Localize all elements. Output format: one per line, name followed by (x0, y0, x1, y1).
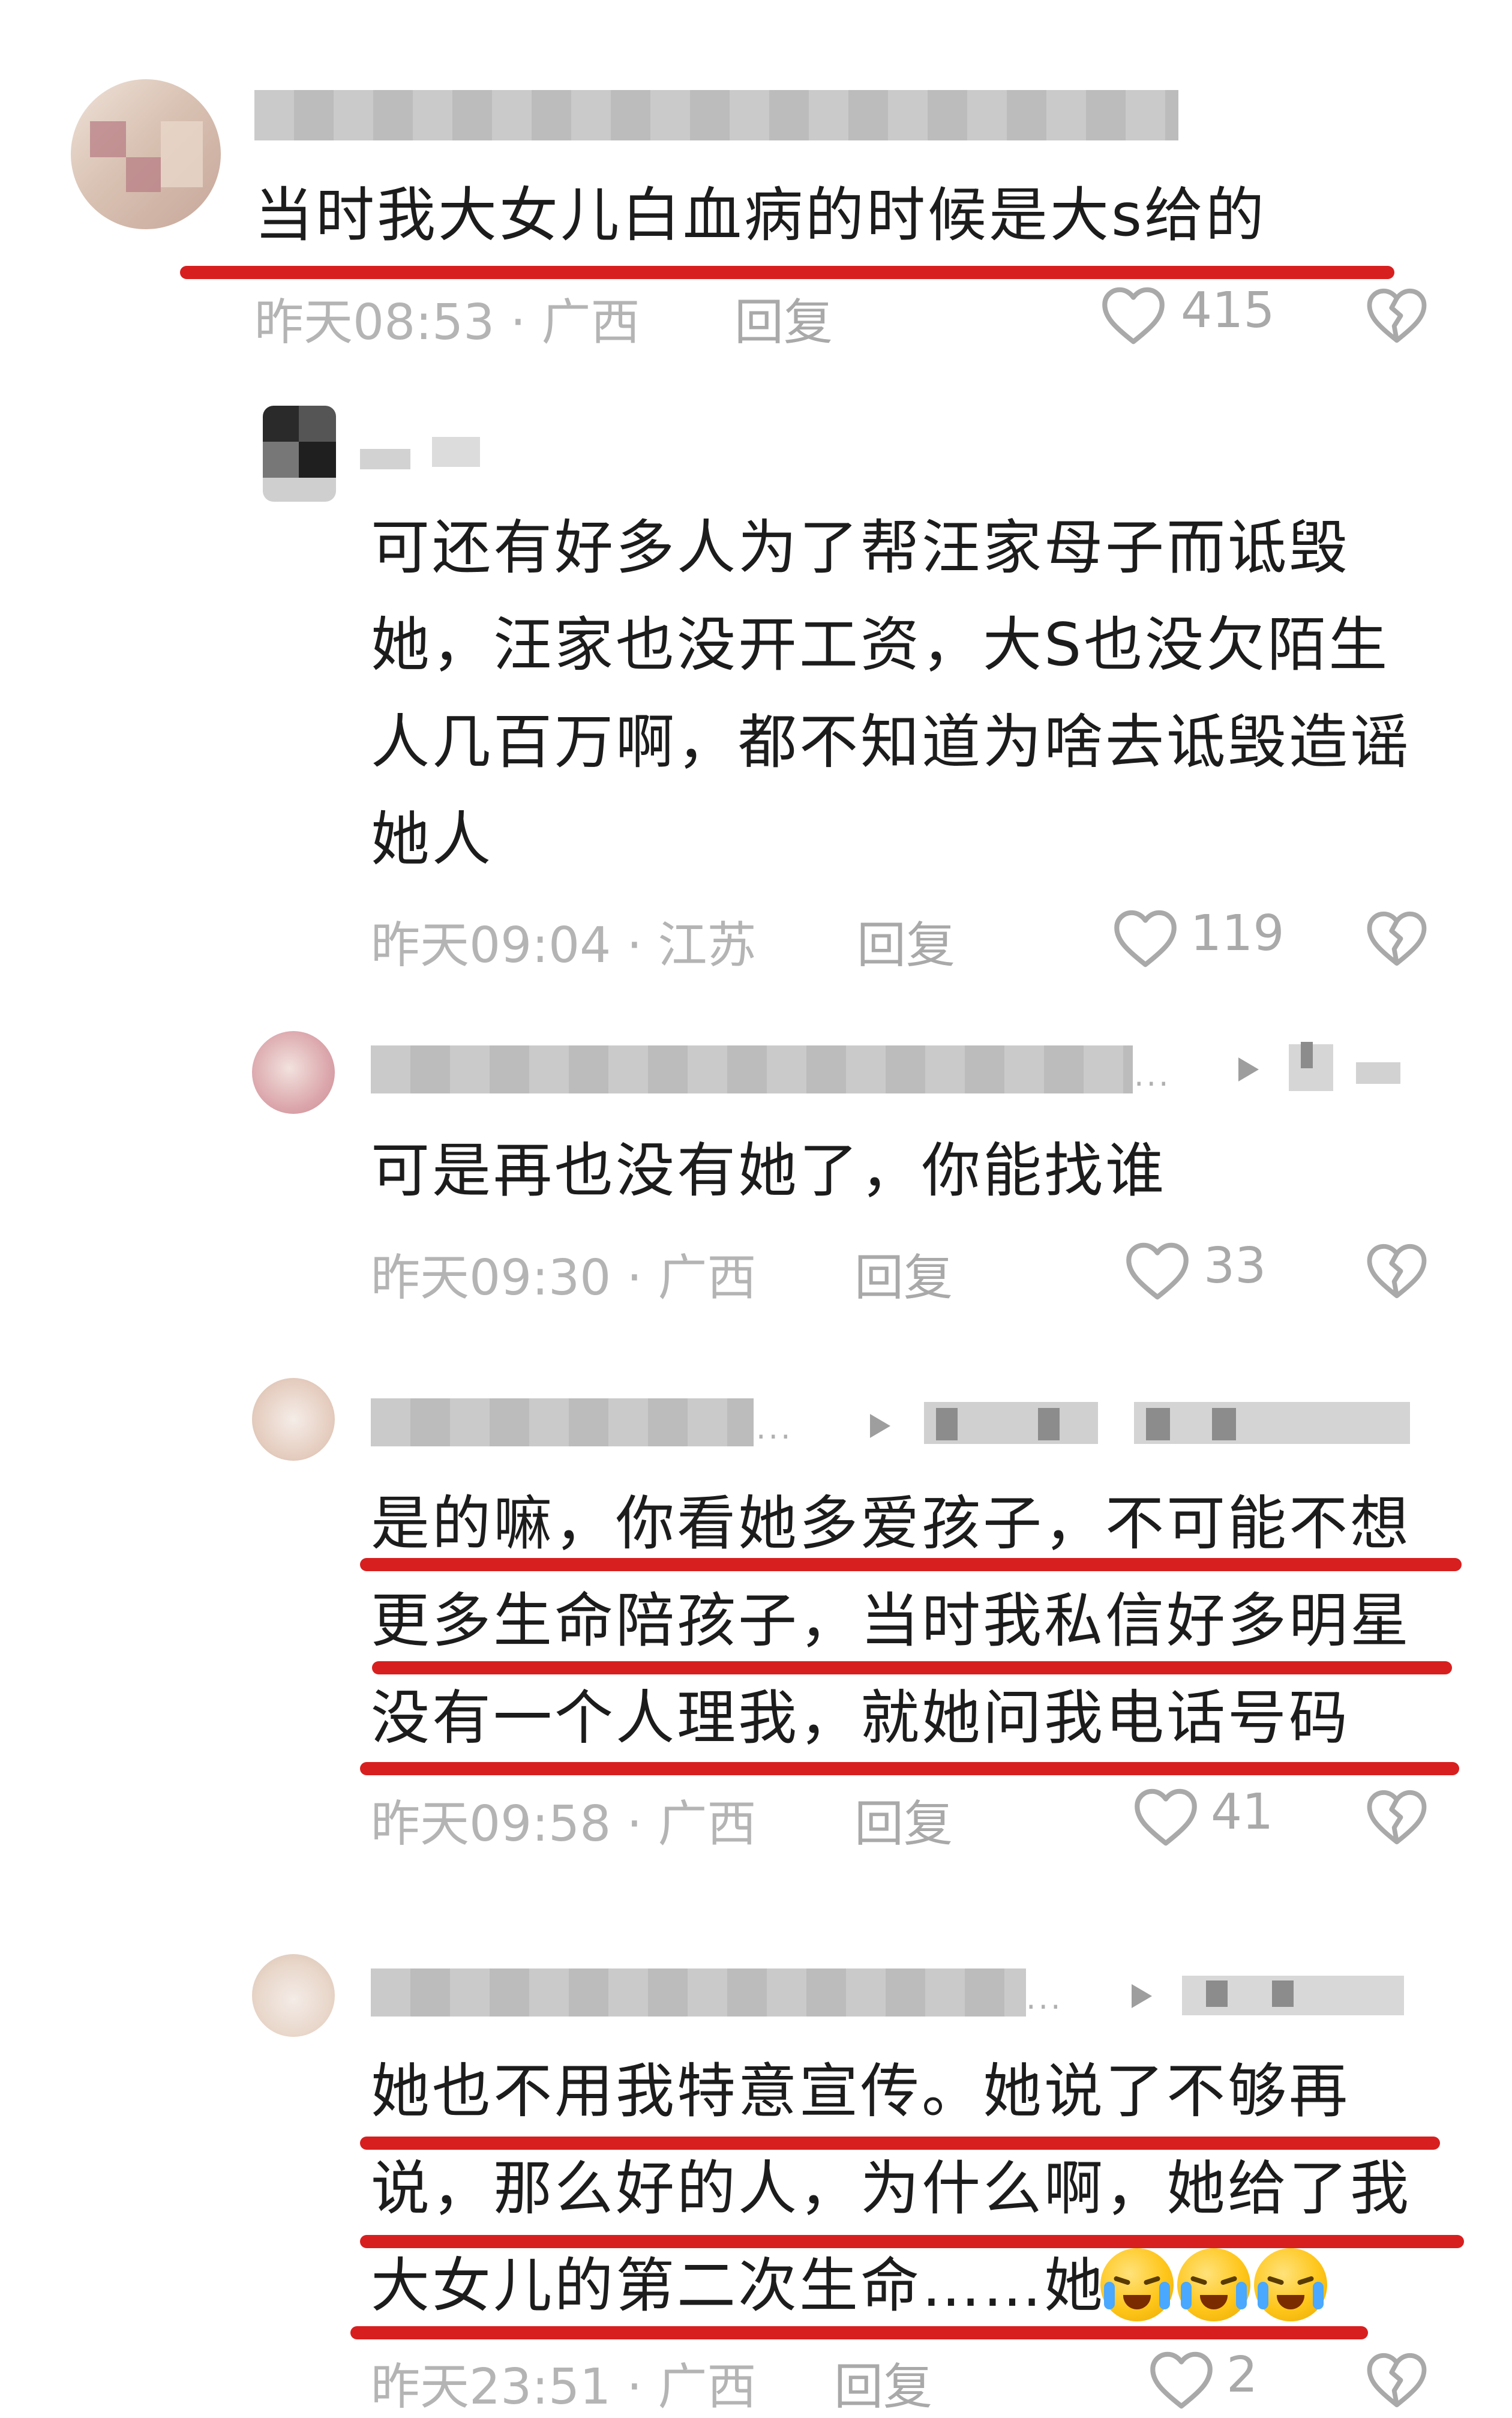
play-triangle-icon[interactable] (870, 1414, 890, 1438)
ellipsis: ... (1026, 1980, 1063, 2017)
like-count: 41 (1211, 1784, 1274, 1841)
comment-time-location: 昨天23:51 · 广西 (371, 2359, 757, 2416)
source-redacted (1272, 1980, 1294, 2007)
avatar[interactable] (263, 406, 336, 502)
source-redacted (1301, 1042, 1313, 1068)
red-underline-annotation (372, 1661, 1452, 1674)
avatar[interactable] (252, 1954, 335, 2037)
red-underline-annotation (350, 2326, 1368, 2339)
comment-time-location: 昨天09:30 · 广西 (371, 1250, 757, 1307)
source-redacted (936, 1408, 958, 1440)
like-count: 2 (1226, 2347, 1258, 2404)
red-underline-annotation (360, 1558, 1462, 1571)
reply-button[interactable]: 回复 (857, 905, 955, 976)
username-redacted[interactable] (360, 449, 410, 469)
heart-outline-icon[interactable] (1148, 2350, 1214, 2410)
red-underline-annotation (360, 2235, 1464, 2248)
source-redacted (1146, 1408, 1170, 1440)
play-triangle-icon[interactable] (1238, 1057, 1259, 1081)
broken-heart-icon[interactable] (1366, 1241, 1428, 1301)
like-count: 415 (1181, 282, 1275, 339)
source-redacted (1356, 1062, 1400, 1084)
source-redacted (1134, 1402, 1410, 1444)
source-redacted (1212, 1408, 1236, 1440)
heart-outline-icon[interactable] (1112, 909, 1178, 969)
comment-text: 可是再也没有她了，你能找谁 (371, 1137, 1167, 1205)
red-underline-annotation (360, 1762, 1459, 1775)
avatar[interactable] (71, 79, 221, 229)
avatar[interactable] (252, 1378, 335, 1461)
reply-button[interactable]: 回复 (834, 2347, 932, 2418)
ellipsis: ... (756, 1410, 793, 1446)
red-underline-annotation (180, 266, 1394, 279)
heart-outline-icon[interactable] (1100, 286, 1166, 346)
heart-outline-icon[interactable] (1133, 1787, 1199, 1847)
comment-time-location: 昨天09:58 · 广西 (371, 1796, 757, 1853)
like-count: 119 (1190, 905, 1285, 962)
reply-button[interactable]: 回复 (854, 1238, 953, 1309)
broken-heart-icon[interactable] (1366, 286, 1428, 346)
comment-time-location: 昨天09:04 · 江苏 (371, 917, 757, 974)
crying-face-emoji (1100, 2248, 1174, 2321)
avatar[interactable] (252, 1031, 335, 1114)
comment-time-location: 昨天08:53 · 广西 (254, 294, 640, 351)
ellipsis: ... (1134, 1057, 1171, 1093)
source-redacted (1206, 1980, 1228, 2007)
username-redacted[interactable] (371, 1398, 754, 1446)
crying-face-emoji (1254, 2248, 1327, 2321)
reply-button[interactable]: 回复 (734, 282, 833, 353)
username-redacted[interactable] (371, 1968, 1026, 2017)
username-redacted[interactable] (254, 90, 1178, 140)
red-underline-annotation (360, 2137, 1440, 2150)
comment-text: 当时我大女儿白血病的时候是大s给的 (254, 181, 1267, 250)
username-redacted (432, 437, 480, 467)
source-redacted (1038, 1408, 1060, 1440)
comment-text: 是的嘛，你看她多爱孩子，不可能不想更多生命陪孩子，当时我私信好多明星没有一个人理… (371, 1490, 1412, 1752)
reply-button[interactable]: 回复 (854, 1784, 953, 1855)
like-count: 33 (1204, 1238, 1267, 1295)
broken-heart-icon[interactable] (1366, 2350, 1428, 2410)
broken-heart-icon[interactable] (1366, 1787, 1428, 1847)
username-redacted[interactable] (371, 1045, 1133, 1093)
heart-outline-icon[interactable] (1124, 1241, 1190, 1301)
broken-heart-icon[interactable] (1366, 909, 1428, 969)
comment-text: 可还有好多人为了帮汪家母子而诋毁她，汪家也没开工资，大S也没欠陌生人几百万啊，都… (371, 514, 1412, 874)
play-triangle-icon[interactable] (1132, 1984, 1152, 2008)
crying-face-emoji (1177, 2248, 1250, 2321)
